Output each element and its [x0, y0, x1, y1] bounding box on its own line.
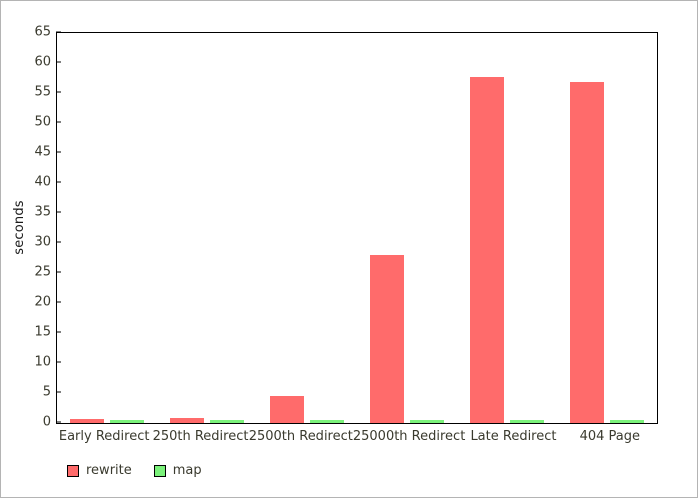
y-tick-label: 60 [34, 54, 51, 70]
legend-label: map [172, 463, 202, 478]
legend-label: rewrite [86, 463, 132, 478]
y-tick-mark [56, 241, 61, 243]
legend-item-rewrite[interactable]: rewrite [67, 463, 132, 478]
y-tick-mark [56, 301, 61, 303]
x-tick-label: 250th Redirect [152, 429, 249, 444]
y-tick-mark [56, 421, 61, 423]
y-tick-label: 0 [42, 414, 51, 430]
y-tick-mark [56, 331, 61, 333]
bar-map[interactable] [110, 420, 144, 423]
y-tick-label: 20 [34, 294, 51, 310]
y-tick-label: 25 [34, 264, 51, 280]
bar-rewrite[interactable] [570, 82, 604, 423]
bar-map[interactable] [510, 420, 544, 423]
y-tick-label: 35 [34, 204, 51, 220]
bar-map[interactable] [310, 420, 344, 423]
y-tick-label: 45 [34, 144, 51, 160]
x-tick-label: Late Redirect [470, 429, 557, 444]
y-axis-tick-labels: 0 5 10 15 20 25 30 35 40 45 50 55 60 65 [27, 25, 51, 430]
bar-map[interactable] [210, 420, 244, 423]
bar-map[interactable] [410, 420, 444, 423]
bar-rewrite[interactable] [470, 76, 504, 423]
bar-group [57, 33, 157, 423]
bar-group [357, 33, 457, 423]
bar-rewrite[interactable] [70, 419, 104, 423]
y-tick-mark [56, 361, 61, 363]
y-tick-label: 50 [34, 114, 51, 130]
y-axis-title-text: seconds [11, 199, 27, 255]
y-tick-mark [56, 271, 61, 273]
y-tick-label: 5 [42, 384, 51, 400]
y-tick-label: 10 [34, 354, 51, 370]
x-tick-label: 2500th Redirect [248, 429, 353, 444]
legend: rewrite map [67, 463, 202, 478]
y-tick-mark [56, 121, 61, 123]
plot-area [56, 32, 658, 424]
bar-rewrite[interactable] [370, 255, 404, 423]
y-tick-label: 65 [34, 24, 51, 40]
bar-rewrite[interactable] [170, 418, 204, 423]
x-tick-label: Early Redirect [58, 429, 150, 444]
y-tick-label: 40 [34, 174, 51, 190]
x-tick-label: 25000th Redirect [352, 429, 466, 444]
bar-group [157, 33, 257, 423]
legend-item-map[interactable]: map [153, 463, 202, 478]
y-tick-label: 55 [34, 84, 51, 100]
y-tick-mark [56, 391, 61, 393]
bar-groups [57, 33, 657, 423]
y-tick-label: 30 [34, 234, 51, 250]
y-tick-mark [56, 91, 61, 93]
y-axis-title: seconds [9, 1, 29, 453]
bar-group [457, 33, 557, 423]
y-tick-mark [56, 151, 61, 153]
legend-swatch-map [153, 464, 166, 477]
bar-group [257, 33, 357, 423]
bar-group [557, 33, 657, 423]
x-tick-label: 404 Page [579, 429, 641, 444]
bar-map[interactable] [610, 420, 644, 423]
x-axis-tick-labels: Early Redirect 250th Redirect 2500th Redir… [56, 426, 658, 450]
bar-rewrite[interactable] [270, 396, 304, 423]
y-tick-label: 15 [34, 324, 51, 340]
y-tick-mark [56, 61, 61, 63]
chart-page: seconds 0 5 10 15 20 25 30 35 40 45 50 55 60 65 Early… [0, 0, 698, 498]
legend-swatch-rewrite [67, 464, 79, 477]
y-tick-mark [56, 181, 61, 183]
y-tick-mark [56, 211, 61, 213]
y-tick-mark [56, 31, 61, 33]
